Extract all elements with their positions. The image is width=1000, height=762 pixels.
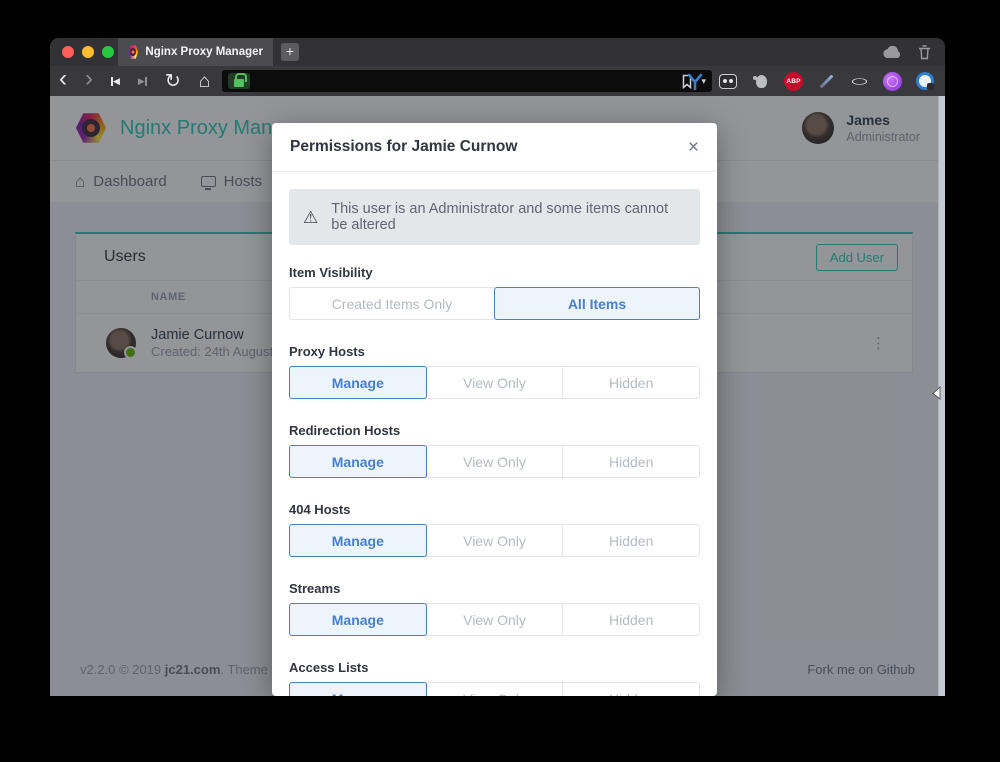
- option-hidden[interactable]: Hidden: [562, 366, 700, 399]
- option-created-items-only[interactable]: Created Items Only: [289, 287, 495, 320]
- redirection-hosts-label: Redirection Hosts: [289, 423, 700, 438]
- cloud-icon[interactable]: [882, 46, 902, 59]
- access-lists-label: Access Lists: [289, 660, 700, 675]
- back-button[interactable]: ‹: [50, 67, 76, 91]
- option-manage[interactable]: Manage: [289, 445, 427, 478]
- option-manage[interactable]: Manage: [289, 682, 427, 696]
- option-hidden[interactable]: Hidden: [562, 445, 700, 478]
- option-manage[interactable]: Manage: [289, 366, 427, 399]
- containers-extension-icon[interactable]: [718, 71, 738, 91]
- option-hidden[interactable]: Hidden: [562, 682, 700, 696]
- gnome-foot-icon[interactable]: [751, 71, 771, 91]
- extension-icons: ABP: [685, 66, 935, 96]
- 404-hosts-options: Manage View Only Hidden: [289, 524, 700, 557]
- option-all-items[interactable]: All Items: [494, 287, 700, 320]
- reload-button[interactable]: ↻: [156, 72, 190, 91]
- ssl-lock-icon[interactable]: [228, 73, 250, 89]
- url-bar[interactable]: ▾: [222, 70, 712, 92]
- browser-titlebar: Nginx Proxy Manager +: [50, 38, 945, 66]
- streams-label: Streams: [289, 581, 700, 596]
- close-icon[interactable]: ×: [688, 138, 699, 157]
- new-tab-button[interactable]: +: [281, 43, 299, 61]
- sync-extension-icon[interactable]: [915, 71, 935, 91]
- option-manage[interactable]: Manage: [289, 603, 427, 636]
- forward-button[interactable]: ›: [76, 67, 102, 91]
- 404-hosts-label: 404 Hosts: [289, 502, 700, 517]
- skip-forward-icon[interactable]: ▶: [129, 77, 156, 86]
- option-view-only[interactable]: View Only: [426, 524, 564, 557]
- option-view-only[interactable]: View Only: [426, 445, 564, 478]
- option-view-only[interactable]: View Only: [426, 682, 564, 696]
- permissions-modal: Permissions for Jamie Curnow × ⚠ This us…: [272, 123, 717, 696]
- mouse-cursor: [932, 386, 941, 400]
- trash-icon[interactable]: [918, 44, 931, 60]
- page-content: Nginx Proxy Manager James Administrator …: [50, 96, 945, 696]
- adblock-extension-icon[interactable]: ABP: [784, 72, 803, 91]
- option-hidden[interactable]: Hidden: [562, 524, 700, 557]
- item-visibility-options: Created Items Only All Items: [289, 287, 700, 320]
- minimize-window-button[interactable]: [82, 46, 94, 58]
- purple-extension-icon[interactable]: [882, 71, 902, 91]
- option-view-only[interactable]: View Only: [426, 603, 564, 636]
- option-view-only[interactable]: View Only: [426, 366, 564, 399]
- option-hidden[interactable]: Hidden: [562, 603, 700, 636]
- fork-extension-icon[interactable]: [685, 71, 705, 91]
- zoom-window-button[interactable]: [102, 46, 114, 58]
- proxy-hosts-label: Proxy Hosts: [289, 344, 700, 359]
- browser-toolbar: ‹ › ◀ ▶ ↻ ⌂ ▾ ABP: [50, 66, 945, 96]
- skip-back-icon[interactable]: ◀: [102, 77, 129, 86]
- admin-warning-alert: ⚠ This user is an Administrator and some…: [289, 189, 700, 245]
- window-controls: [62, 46, 114, 58]
- modal-title: Permissions for Jamie Curnow: [290, 138, 517, 156]
- redirection-hosts-options: Manage View Only Hidden: [289, 445, 700, 478]
- color-picker-extension-icon[interactable]: [816, 71, 836, 91]
- option-manage[interactable]: Manage: [289, 524, 427, 557]
- browser-window: Nginx Proxy Manager + ‹ › ◀ ▶ ↻ ⌂ ▾: [50, 38, 945, 696]
- tab-favicon: [128, 45, 138, 60]
- atom-extension-icon[interactable]: [849, 71, 869, 91]
- access-lists-options: Manage View Only Hidden: [289, 682, 700, 696]
- proxy-hosts-options: Manage View Only Hidden: [289, 366, 700, 399]
- alert-text: This user is an Administrator and some i…: [331, 201, 686, 233]
- home-button[interactable]: ⌂: [190, 72, 219, 91]
- tab-title: Nginx Proxy Manager: [145, 46, 263, 58]
- warning-icon: ⚠: [303, 209, 318, 226]
- close-window-button[interactable]: [62, 46, 74, 58]
- streams-options: Manage View Only Hidden: [289, 603, 700, 636]
- browser-tab[interactable]: Nginx Proxy Manager: [118, 38, 273, 66]
- item-visibility-label: Item Visibility: [289, 265, 700, 280]
